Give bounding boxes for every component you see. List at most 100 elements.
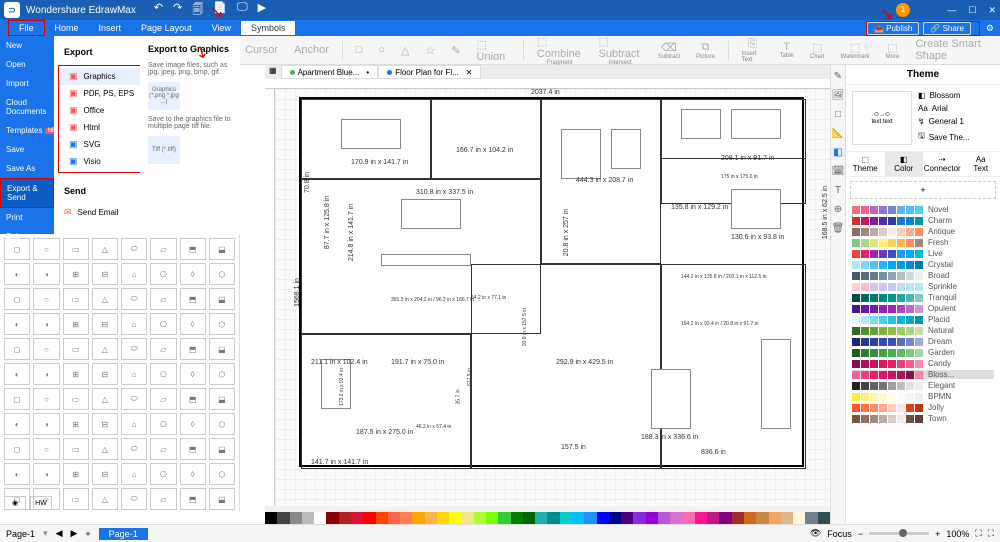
- shape-stencil[interactable]: ⬭: [121, 438, 147, 460]
- right-tool-icon[interactable]: ✎: [834, 71, 842, 82]
- file-menu-item[interactable]: Save: [0, 140, 54, 159]
- export-tiff-button[interactable]: Tiff (*.tiff): [148, 136, 180, 164]
- shape-stencil[interactable]: △: [92, 338, 118, 360]
- shape-stencil[interactable]: ⬭: [121, 388, 147, 410]
- color-swatch[interactable]: [437, 512, 449, 524]
- color-swatch[interactable]: [572, 512, 584, 524]
- palette-row[interactable]: Fresh: [852, 238, 994, 247]
- menu-insert[interactable]: Insert: [89, 21, 132, 35]
- color-swatch[interactable]: [597, 512, 609, 524]
- shape-stencil[interactable]: ◻: [4, 338, 30, 360]
- shape-stencil[interactable]: ⬒: [180, 388, 206, 410]
- color-swatch[interactable]: [707, 512, 719, 524]
- ribbon-tool[interactable]: ⬚ CombineFragment: [532, 35, 588, 66]
- palette-row[interactable]: Live: [852, 249, 994, 258]
- ribbon-tool[interactable]: ⌫Subtract: [653, 41, 685, 60]
- color-swatch[interactable]: [277, 512, 289, 524]
- shape-stencil[interactable]: ⬓: [209, 388, 235, 410]
- color-swatch[interactable]: [265, 512, 277, 524]
- shape-stencil[interactable]: ⬭: [121, 238, 147, 260]
- shape-stencil[interactable]: △: [92, 488, 118, 510]
- shape-stencil[interactable]: ▭: [63, 238, 89, 260]
- color-swatch[interactable]: [351, 512, 363, 524]
- color-swatch[interactable]: [412, 512, 424, 524]
- theme-subtab[interactable]: AaText: [962, 152, 1000, 176]
- qat-icon[interactable]: 📄: [213, 1, 227, 20]
- palette-row[interactable]: Town: [852, 414, 994, 423]
- color-swatch[interactable]: [498, 512, 510, 524]
- color-swatch[interactable]: [511, 512, 523, 524]
- fit-page-icon[interactable]: ⛶: [975, 528, 981, 539]
- color-swatch[interactable]: [658, 512, 670, 524]
- shape-stencil[interactable]: ⌂: [121, 463, 147, 485]
- shapes-mode-icon[interactable]: HW: [30, 496, 52, 510]
- shape-stencil[interactable]: ⊟: [92, 463, 118, 485]
- zoom-slider[interactable]: [869, 532, 929, 535]
- color-swatch[interactable]: [769, 512, 781, 524]
- qat-icon[interactable]: 🗐: [192, 1, 203, 20]
- shape-stencil[interactable]: ◊: [180, 263, 206, 285]
- shape-stencil[interactable]: △: [92, 238, 118, 260]
- export-graphics-button[interactable]: Graphics (*.png *.jpg ...): [148, 82, 180, 110]
- color-strip[interactable]: [265, 512, 830, 524]
- color-swatch[interactable]: [633, 512, 645, 524]
- shape-stencil[interactable]: ⬓: [209, 238, 235, 260]
- color-swatch[interactable]: [302, 512, 314, 524]
- shape-stencil[interactable]: ⬡: [209, 413, 235, 435]
- color-swatch[interactable]: [388, 512, 400, 524]
- color-swatch[interactable]: [695, 512, 707, 524]
- shape-stencil[interactable]: ▱: [150, 488, 176, 510]
- shape-stencil[interactable]: ◐: [4, 313, 30, 335]
- drawing-surface[interactable]: 2037.4 in166.7 in x 104.2 in170.9 in x 1…: [275, 89, 830, 506]
- color-swatch[interactable]: [818, 512, 830, 524]
- qat-icon[interactable]: ▶: [258, 1, 266, 20]
- shape-stencil[interactable]: ▱: [150, 288, 176, 310]
- color-swatch[interactable]: [363, 512, 375, 524]
- palette-row[interactable]: Placid: [852, 315, 994, 324]
- palette-row[interactable]: BPMN: [852, 392, 994, 401]
- shape-stencil[interactable]: ◊: [180, 463, 206, 485]
- right-tool-icon[interactable]: □: [835, 109, 841, 120]
- publish-button[interactable]: 📤 Publish: [867, 22, 919, 35]
- qat-icon[interactable]: ↷: [173, 1, 182, 20]
- shape-stencil[interactable]: ⬒: [180, 338, 206, 360]
- right-tool-icon[interactable]: 📐: [832, 128, 844, 139]
- add-theme-button[interactable]: +: [850, 181, 996, 199]
- color-swatch[interactable]: [683, 512, 695, 524]
- color-swatch[interactable]: [290, 512, 302, 524]
- color-swatch[interactable]: [326, 512, 338, 524]
- color-swatch[interactable]: [805, 512, 817, 524]
- shape-stencil[interactable]: ○: [33, 388, 59, 410]
- shape-stencil[interactable]: △: [92, 438, 118, 460]
- color-swatch[interactable]: [584, 512, 596, 524]
- palette-row[interactable]: Elegant: [852, 381, 994, 390]
- ribbon-tool[interactable]: ✎: [446, 44, 465, 57]
- palette-row[interactable]: Tranquil: [852, 293, 994, 302]
- window-control[interactable]: ☐: [968, 5, 976, 16]
- page-prev[interactable]: ◀: [56, 528, 63, 539]
- shape-stencil[interactable]: ⎔: [150, 313, 176, 335]
- theme-subtab[interactable]: ⇢Connector: [923, 152, 962, 176]
- shape-stencil[interactable]: ◐: [4, 263, 30, 285]
- shape-stencil[interactable]: ⬭: [121, 288, 147, 310]
- right-tool-icon[interactable]: ◧: [831, 147, 845, 158]
- focus-mode[interactable]: Focus: [827, 529, 852, 539]
- palette-row[interactable]: Natural: [852, 326, 994, 335]
- color-swatch[interactable]: [744, 512, 756, 524]
- document-tab[interactable]: Floor Plan for Fl...✕: [378, 65, 481, 79]
- color-swatch[interactable]: [547, 512, 559, 524]
- shape-stencil[interactable]: ▱: [150, 238, 176, 260]
- file-menu-item[interactable]: Save As: [0, 159, 54, 178]
- palette-row[interactable]: Novel: [852, 205, 994, 214]
- shape-stencil[interactable]: ◐: [4, 463, 30, 485]
- window-control[interactable]: ✕: [988, 5, 996, 16]
- shape-stencil[interactable]: ▭: [63, 288, 89, 310]
- menu-symbols[interactable]: Symbols: [241, 21, 296, 35]
- shape-stencil[interactable]: ▭: [63, 338, 89, 360]
- color-swatch[interactable]: [400, 512, 412, 524]
- color-swatch[interactable]: [646, 512, 658, 524]
- right-tool-icon[interactable]: ⊕: [834, 204, 842, 215]
- shape-stencil[interactable]: ⊟: [92, 363, 118, 385]
- theme-option[interactable]: ↯General 1: [918, 117, 970, 126]
- shape-stencil[interactable]: ◊: [180, 363, 206, 385]
